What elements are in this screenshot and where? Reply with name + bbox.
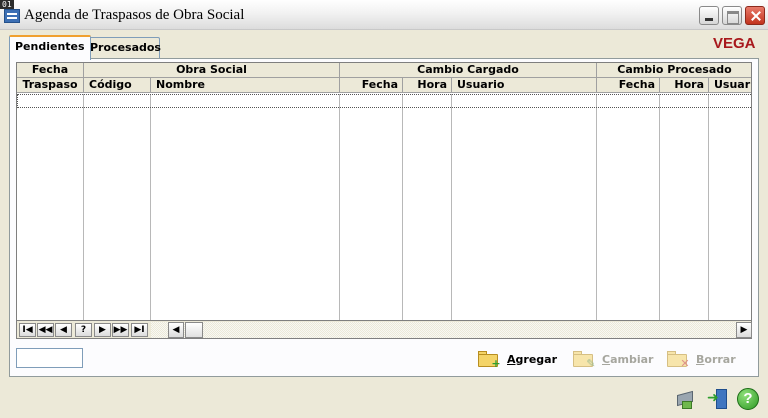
agregar-label: Agregar [507, 352, 557, 366]
column-divider [150, 94, 151, 320]
col-header-cp-fecha[interactable]: Fecha [597, 78, 660, 93]
cambiar-label: Cambiar [602, 352, 654, 366]
folder-edit-icon: ✎ [572, 349, 596, 369]
borrar-label: Borrar [696, 352, 736, 366]
scroll-left-button[interactable]: ◀ [168, 322, 184, 338]
col-header-nombre[interactable]: Nombre [151, 78, 340, 93]
prev-record-button[interactable]: ◀ [55, 323, 72, 337]
tab-pendientes[interactable]: Pendientes [9, 35, 91, 60]
col-header-cp-usuario[interactable]: Usuari [709, 78, 751, 93]
brand-label: VEGA [713, 35, 756, 52]
column-divider [402, 94, 403, 320]
col-header-cc-usuario[interactable]: Usuario [452, 78, 597, 93]
column-divider [659, 94, 660, 320]
folder-add-icon: + [477, 349, 501, 369]
col-header-cc-hora[interactable]: Hora [403, 78, 452, 93]
window-badge: 01 [0, 0, 14, 9]
header-cambio-procesado-group: Cambio Procesado [597, 63, 751, 78]
filter-input[interactable] [16, 348, 83, 368]
scroll-right-button[interactable]: ▶ [736, 322, 752, 338]
grid-navigator: I◀ ◀◀ ◀ ? ▶ ▶▶ ▶I ◀ ▶ [16, 321, 752, 339]
app-icon [4, 9, 20, 23]
print-icon[interactable] [674, 388, 696, 410]
exit-icon[interactable]: ➜ [706, 388, 728, 410]
next-page-button[interactable]: ▶▶ [112, 323, 129, 337]
prev-page-button[interactable]: ◀◀ [37, 323, 54, 337]
header-obra-social-group: Obra Social [84, 63, 340, 78]
column-divider [708, 94, 709, 320]
scroll-thumb[interactable] [185, 322, 203, 338]
folder-delete-icon: ✕ [666, 349, 690, 369]
title-bar: 01 Agenda de Traspasos de Obra Social [0, 0, 768, 30]
column-divider [451, 94, 452, 320]
minimize-button[interactable] [699, 6, 719, 25]
agregar-button[interactable]: + Agregar [477, 346, 557, 372]
first-record-button[interactable]: I◀ [19, 323, 36, 337]
cambiar-button[interactable]: ✎ Cambiar [572, 346, 653, 372]
help-icon[interactable]: ? [737, 388, 759, 410]
empty-selected-row[interactable] [17, 94, 751, 108]
header-cambio-cargado-group: Cambio Cargado [340, 63, 597, 78]
column-divider [339, 94, 340, 320]
col-header-codigo[interactable]: Código [84, 78, 151, 93]
tab-procesados[interactable]: Procesados [84, 37, 161, 59]
column-divider [83, 94, 84, 320]
col-header-cc-fecha[interactable]: Fecha [340, 78, 403, 93]
window-title: Agenda de Traspasos de Obra Social [24, 7, 245, 23]
column-divider [596, 94, 597, 320]
next-record-button[interactable]: ▶ [94, 323, 111, 337]
maximize-button[interactable] [722, 6, 742, 25]
last-record-button[interactable]: ▶I [131, 323, 148, 337]
close-button[interactable] [745, 6, 765, 25]
search-button[interactable]: ? [75, 323, 92, 337]
header-fecha-group: Fecha [17, 63, 84, 78]
horizontal-scrollbar[interactable]: ◀ ▶ [151, 322, 752, 338]
col-header-cp-hora[interactable]: Hora [660, 78, 709, 93]
data-grid[interactable]: Fecha Obra Social Cambio Cargado Cambio … [16, 62, 752, 321]
col-header-traspaso[interactable]: Traspaso [17, 78, 84, 93]
borrar-button[interactable]: ✕ Borrar [666, 346, 736, 372]
